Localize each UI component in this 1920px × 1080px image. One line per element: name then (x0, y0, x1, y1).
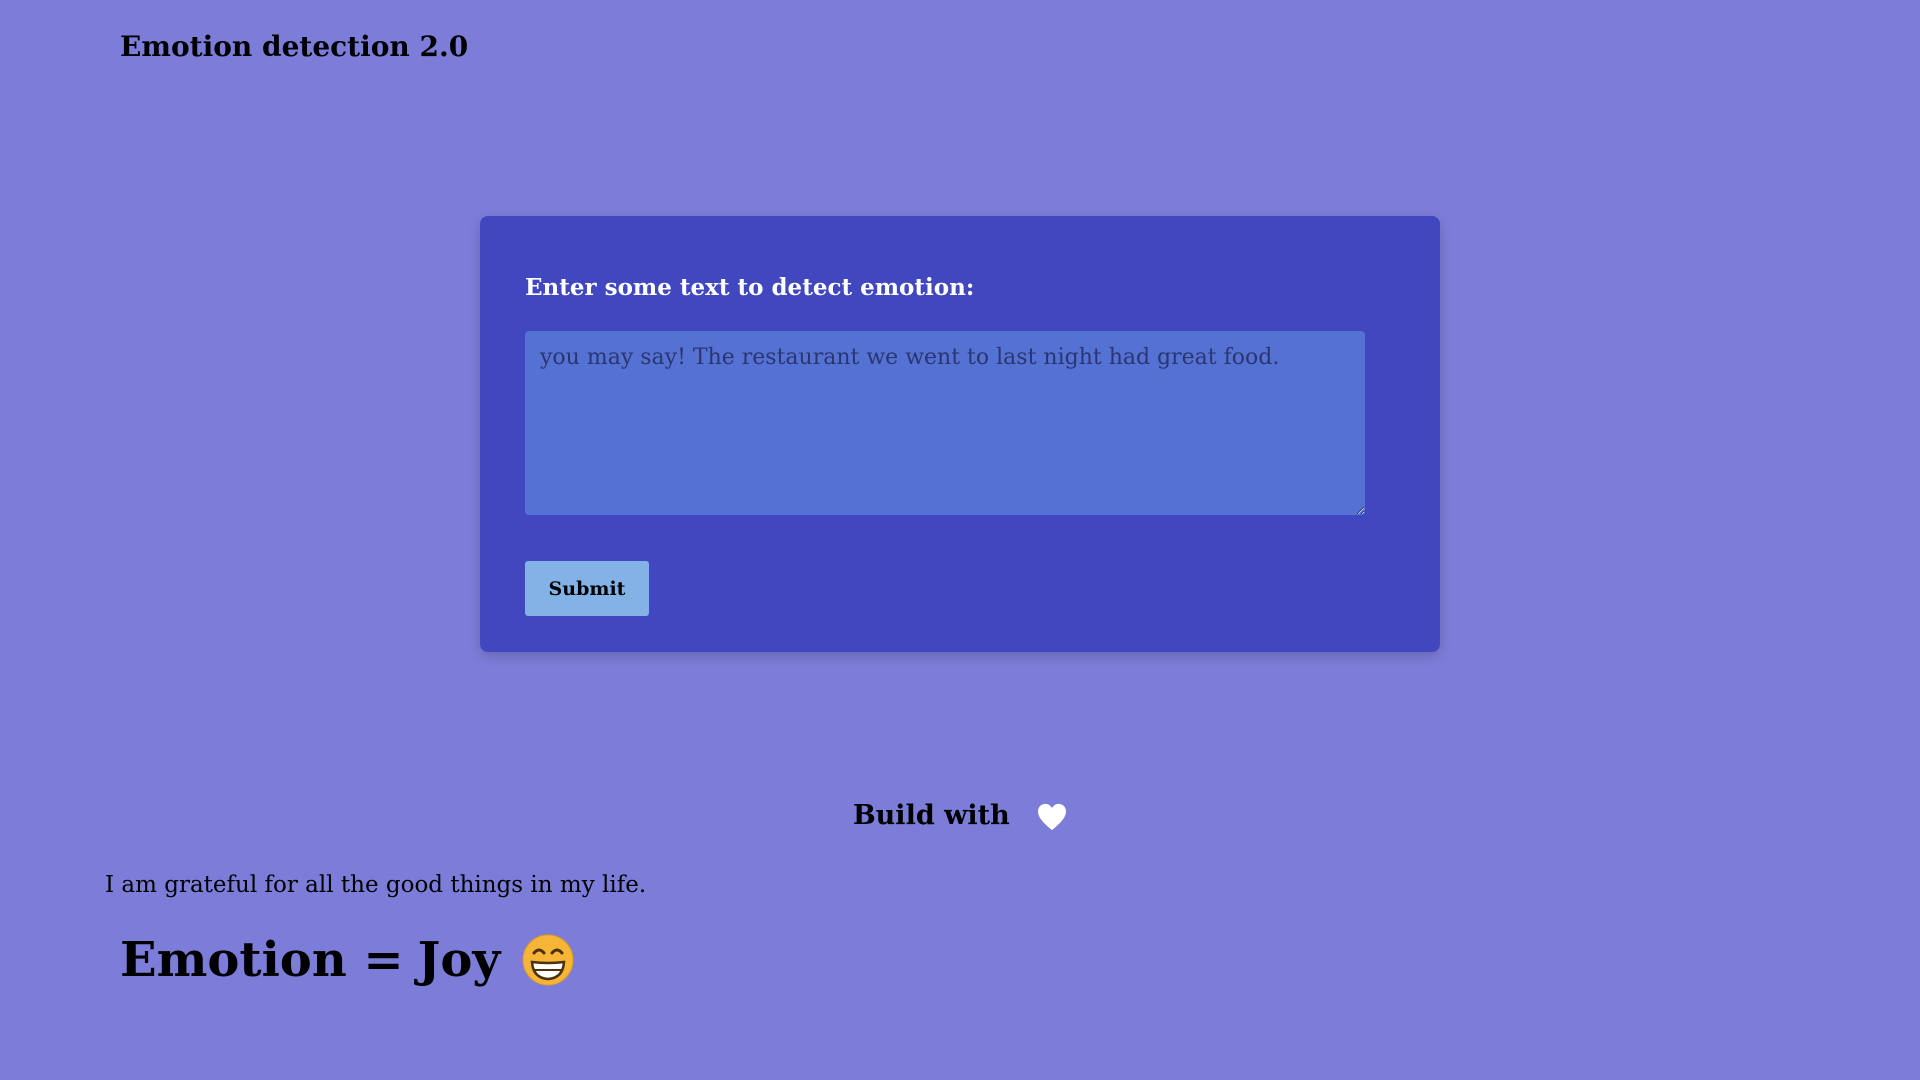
emotion-prefix: Emotion = (120, 932, 404, 988)
heart-icon (1037, 803, 1067, 831)
footer-text: Build with (852, 800, 1010, 831)
prompt-label: Enter some text to detect emotion: (525, 274, 975, 301)
text-input[interactable]: you may say! The restaurant we went to l… (525, 331, 1365, 515)
emotion-label: Joy (417, 932, 501, 988)
submit-button[interactable]: Submit (525, 561, 649, 616)
footer: Build with (0, 800, 1920, 831)
page: Emotion detection 2.0 Enter some text to… (0, 0, 1920, 1080)
emotion-result: Emotion = Joy (120, 934, 574, 986)
analyzed-sentence: I am grateful for all the good things in… (105, 872, 647, 898)
emotion-form-card: Enter some text to detect emotion: you m… (480, 216, 1440, 652)
app-title: Emotion detection 2.0 (120, 30, 469, 63)
grinning-face-icon (522, 934, 574, 986)
